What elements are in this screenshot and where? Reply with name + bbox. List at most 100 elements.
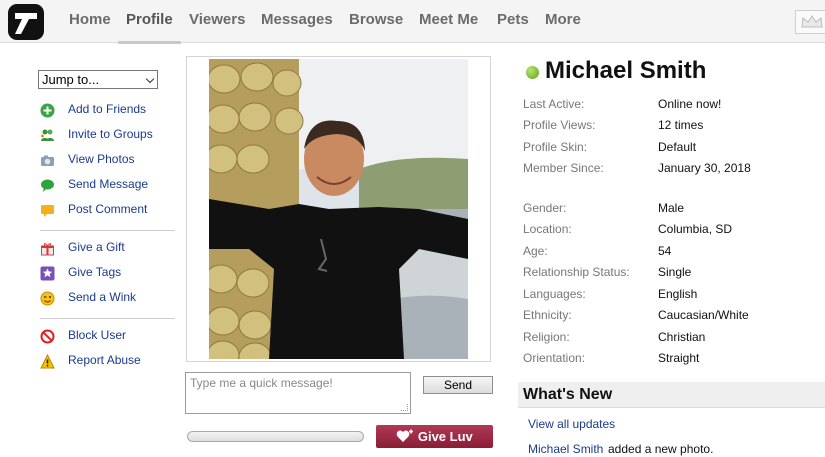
wink-icon (40, 291, 55, 306)
sidebar-divider (40, 230, 175, 231)
sidebar-item-give-tags[interactable]: Give Tags (40, 264, 180, 282)
update-text: added a new photo. (608, 442, 714, 456)
jump-to-label: Jump to... (42, 72, 100, 87)
sidebar-item-report-abuse[interactable]: Report Abuse (40, 352, 180, 370)
profile-photo[interactable] (209, 59, 468, 359)
sidebar-item-label: Give Tags (68, 265, 122, 279)
sidebar-item-label: Send a Wink (68, 290, 137, 304)
info-row-orientation: Orientation: Straight (523, 351, 823, 367)
sidebar-item-label: View Photos (68, 152, 135, 166)
online-status-icon (526, 66, 539, 79)
comment-icon (41, 205, 54, 217)
quick-message-placeholder: Type me a quick message! (190, 376, 333, 390)
sidebar-item-label: Invite to Groups (68, 127, 153, 141)
info-row-last-active: Last Active: Online now! (523, 97, 823, 113)
star-tag-icon (40, 266, 55, 281)
nav-pets[interactable]: Pets (497, 11, 529, 28)
info-value: Caucasian/White (658, 308, 749, 322)
quick-message-input[interactable]: Type me a quick message! (185, 372, 411, 414)
profile-name: Michael Smith (545, 57, 707, 84)
give-luv-label: Give Luv (417, 429, 473, 444)
info-value: Male (658, 201, 685, 215)
info-value: Straight (658, 351, 700, 365)
info-row-religion: Religion: Christian (523, 330, 823, 346)
camera-icon (41, 155, 54, 166)
info-value: Christian (658, 330, 706, 344)
add-friend-icon (40, 103, 55, 118)
view-all-updates-link[interactable]: View all updates (528, 417, 615, 431)
sidebar-item-view-photos[interactable]: View Photos (40, 151, 180, 169)
info-value: Columbia, SD (658, 222, 733, 236)
nav-home[interactable]: Home (69, 11, 111, 28)
sidebar-item-label: Post Comment (68, 202, 148, 216)
info-value: 54 (658, 244, 672, 258)
send-button[interactable]: Send (423, 376, 493, 394)
active-tab-indicator (118, 41, 181, 44)
info-key: Location: (523, 222, 572, 236)
nav-browse[interactable]: Browse (349, 11, 403, 28)
update-user-link[interactable]: Michael Smith (528, 442, 603, 456)
sidebar-item-label: Give a Gift (68, 240, 125, 254)
info-value: 12 times (658, 118, 704, 132)
sidebar-item-give-a-gift[interactable]: Give a Gift (40, 239, 180, 257)
info-key: Profile Skin: (523, 140, 588, 154)
info-value: Single (658, 265, 692, 279)
info-row-gender: Gender: Male (523, 201, 823, 217)
sidebar-item-invite-to-groups[interactable]: Invite to Groups (40, 126, 180, 144)
chevron-down-icon (145, 74, 155, 84)
jump-to-select[interactable]: Jump to... (38, 70, 158, 89)
nav-viewers[interactable]: Viewers (189, 11, 245, 28)
whats-new-title: What's New (523, 386, 613, 403)
luv-progress-bar (187, 431, 364, 442)
sidebar-item-post-comment[interactable]: Post Comment (40, 201, 180, 219)
sidebar-item-label: Send Message (68, 177, 149, 191)
info-row-age: Age: 54 (523, 244, 823, 260)
info-value: January 30, 2018 (658, 161, 751, 175)
nav-meet-me[interactable]: Meet Me (419, 11, 478, 28)
info-key: Orientation: (523, 351, 586, 365)
block-icon (40, 329, 55, 344)
info-row-location: Location: Columbia, SD (523, 222, 823, 238)
info-row-profile-skin: Profile Skin: Default (523, 140, 823, 156)
resize-grip-icon[interactable] (401, 404, 408, 411)
sidebar-item-label: Report Abuse (68, 353, 141, 367)
info-key: Relationship Status: (523, 265, 630, 279)
top-nav-bar: Home Profile Viewers Messages Browse Mee… (0, 0, 825, 44)
vip-crown-button[interactable] (795, 10, 825, 34)
info-row-member-since: Member Since: January 30, 2018 (523, 161, 823, 177)
info-value: Default (658, 140, 697, 154)
info-key: Religion: (523, 330, 570, 344)
heart-plus-icon (396, 429, 414, 442)
info-key: Gender: (523, 201, 567, 215)
gift-icon (41, 243, 54, 256)
nav-more[interactable]: More (545, 11, 581, 28)
info-key: Ethnicity: (523, 308, 572, 322)
nav-profile[interactable]: Profile (126, 11, 173, 28)
info-row-languages: Languages: English (523, 287, 823, 303)
sidebar-item-send-message[interactable]: Send Message (40, 176, 180, 194)
tagged-logo-icon[interactable] (7, 3, 45, 41)
sidebar-item-label: Add to Friends (68, 102, 147, 116)
warning-icon (40, 354, 55, 369)
info-row-profile-views: Profile Views: 12 times (523, 118, 823, 134)
info-key: Last Active: (523, 97, 585, 111)
info-value: English (658, 287, 698, 301)
info-row-relationship-status: Relationship Status: Single (523, 265, 823, 281)
info-key: Profile Views: (523, 118, 596, 132)
sidebar-item-add-to-friends[interactable]: Add to Friends (40, 101, 180, 119)
nav-messages[interactable]: Messages (261, 11, 333, 28)
groups-icon (41, 129, 54, 141)
sidebar-item-label: Block User (68, 328, 127, 342)
info-key: Languages: (523, 287, 586, 301)
give-luv-button[interactable]: Give Luv (376, 425, 493, 448)
chat-bubble-icon (41, 179, 54, 192)
profile-photo-frame (186, 56, 491, 362)
sidebar-item-block-user[interactable]: Block User (40, 327, 180, 345)
info-key: Age: (523, 244, 548, 258)
info-key: Member Since: (523, 161, 604, 175)
sidebar-divider (40, 318, 175, 319)
info-row-ethnicity: Ethnicity: Caucasian/White (523, 308, 823, 324)
sidebar-item-send-a-wink[interactable]: Send a Wink (40, 289, 180, 307)
info-value: Online now! (658, 97, 722, 111)
crown-icon (801, 15, 823, 28)
